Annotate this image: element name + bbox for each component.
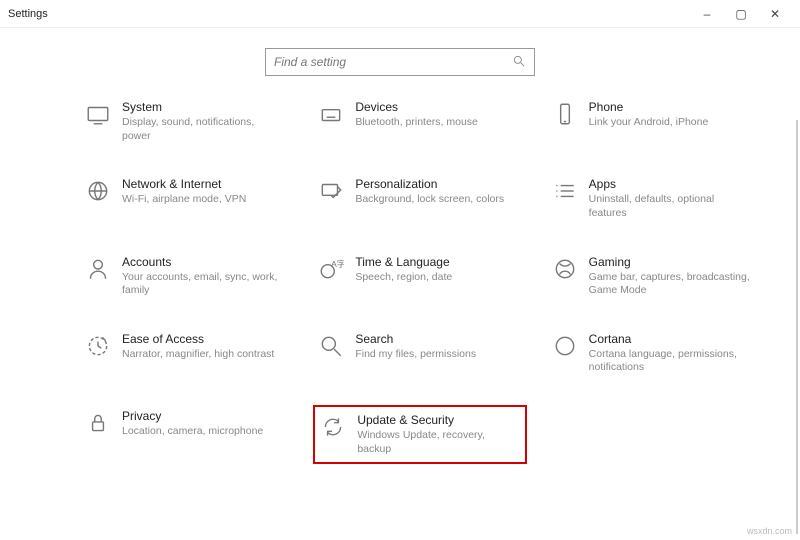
titlebar: Settings – ▢ ✕: [0, 0, 800, 28]
lock-icon: [84, 409, 112, 437]
tile-phone[interactable]: Phone Link your Android, iPhone: [547, 96, 760, 147]
tile-title: Cortana: [589, 332, 750, 346]
cortana-icon: [551, 332, 579, 360]
tile-text: Ease of Access Narrator, magnifier, high …: [122, 332, 289, 362]
tile-privacy[interactable]: Privacy Location, camera, microphone: [80, 405, 293, 464]
sync-icon: [319, 413, 347, 441]
tile-update[interactable]: Update & Security Windows Update, recover…: [313, 405, 526, 464]
minimize-button[interactable]: –: [690, 0, 724, 28]
tile-text: Network & Internet Wi-Fi, airplane mode, …: [122, 177, 289, 207]
tile-title: Privacy: [122, 409, 283, 423]
settings-grid: System Display, sound, notifications, pow…: [80, 96, 760, 464]
tile-desc: Game bar, captures, broadcasting, Game M…: [589, 271, 750, 298]
close-button[interactable]: ✕: [758, 0, 792, 28]
search-icon: [317, 332, 345, 360]
tile-text: System Display, sound, notifications, pow…: [122, 100, 289, 143]
search-input-box[interactable]: [265, 48, 535, 76]
tile-text: Privacy Location, camera, microphone: [122, 409, 289, 439]
tile-text: Search Find my files, permissions: [355, 332, 522, 362]
settings-grid-container: System Display, sound, notifications, pow…: [0, 86, 800, 474]
tile-desc: Location, camera, microphone: [122, 425, 283, 439]
tile-text: Update & Security Windows Update, recover…: [357, 413, 520, 456]
tile-text: Time & Language Speech, region, date: [355, 255, 522, 285]
maximize-button[interactable]: ▢: [724, 0, 758, 28]
monitor-icon: [84, 100, 112, 128]
tile-network[interactable]: Network & Internet Wi-Fi, airplane mode, …: [80, 173, 293, 224]
tile-text: Apps Uninstall, defaults, optional featur…: [589, 177, 756, 220]
tile-time[interactable]: Time & Language Speech, region, date: [313, 251, 526, 302]
xbox-icon: [551, 255, 579, 283]
tile-desc: Find my files, permissions: [355, 348, 516, 362]
tile-search[interactable]: Search Find my files, permissions: [313, 328, 526, 379]
search-input[interactable]: [274, 55, 512, 69]
tile-title: Devices: [355, 100, 516, 114]
tile-desc: Link your Android, iPhone: [589, 116, 750, 130]
tile-text: Phone Link your Android, iPhone: [589, 100, 756, 130]
window-title: Settings: [8, 8, 690, 20]
keyboard-icon: [317, 100, 345, 128]
paint-icon: [317, 177, 345, 205]
search-icon: [512, 54, 526, 71]
globe-icon: [84, 177, 112, 205]
tile-desc: Background, lock screen, colors: [355, 193, 516, 207]
tile-desc: Windows Update, recovery, backup: [357, 429, 514, 456]
tile-title: Update & Security: [357, 413, 514, 427]
language-icon: [317, 255, 345, 283]
window-controls: – ▢ ✕: [690, 0, 792, 28]
tile-desc: Uninstall, defaults, optional features: [589, 193, 750, 220]
tile-title: Phone: [589, 100, 750, 114]
tile-title: Network & Internet: [122, 177, 283, 191]
tile-desc: Speech, region, date: [355, 271, 516, 285]
tile-desc: Bluetooth, printers, mouse: [355, 116, 516, 130]
tile-text: Personalization Background, lock screen, …: [355, 177, 522, 207]
tile-desc: Narrator, magnifier, high contrast: [122, 348, 283, 362]
tile-text: Devices Bluetooth, printers, mouse: [355, 100, 522, 130]
attribution-text: wsxdn.com: [747, 526, 792, 536]
tile-text: Gaming Game bar, captures, broadcasting, …: [589, 255, 756, 298]
tile-title: Time & Language: [355, 255, 516, 269]
tile-title: Search: [355, 332, 516, 346]
list-icon: [551, 177, 579, 205]
scrollbar[interactable]: [796, 120, 798, 534]
person-icon: [84, 255, 112, 283]
ease-icon: [84, 332, 112, 360]
phone-icon: [551, 100, 579, 128]
tile-title: Gaming: [589, 255, 750, 269]
tile-gaming[interactable]: Gaming Game bar, captures, broadcasting, …: [547, 251, 760, 302]
tile-cortana[interactable]: Cortana Cortana language, permissions, no…: [547, 328, 760, 379]
tile-text: Accounts Your accounts, email, sync, work…: [122, 255, 289, 298]
tile-desc: Cortana language, permissions, notificat…: [589, 348, 750, 375]
search-container: [0, 28, 800, 86]
tile-accounts[interactable]: Accounts Your accounts, email, sync, work…: [80, 251, 293, 302]
tile-personalize[interactable]: Personalization Background, lock screen, …: [313, 173, 526, 224]
tile-ease[interactable]: Ease of Access Narrator, magnifier, high …: [80, 328, 293, 379]
tile-title: Accounts: [122, 255, 283, 269]
tile-title: Ease of Access: [122, 332, 283, 346]
tile-title: System: [122, 100, 283, 114]
tile-desc: Your accounts, email, sync, work, family: [122, 271, 283, 298]
tile-title: Apps: [589, 177, 750, 191]
tile-devices[interactable]: Devices Bluetooth, printers, mouse: [313, 96, 526, 147]
tile-desc: Display, sound, notifications, power: [122, 116, 283, 143]
tile-desc: Wi-Fi, airplane mode, VPN: [122, 193, 283, 207]
tile-apps[interactable]: Apps Uninstall, defaults, optional featur…: [547, 173, 760, 224]
tile-text: Cortana Cortana language, permissions, no…: [589, 332, 756, 375]
tile-system[interactable]: System Display, sound, notifications, pow…: [80, 96, 293, 147]
tile-title: Personalization: [355, 177, 516, 191]
